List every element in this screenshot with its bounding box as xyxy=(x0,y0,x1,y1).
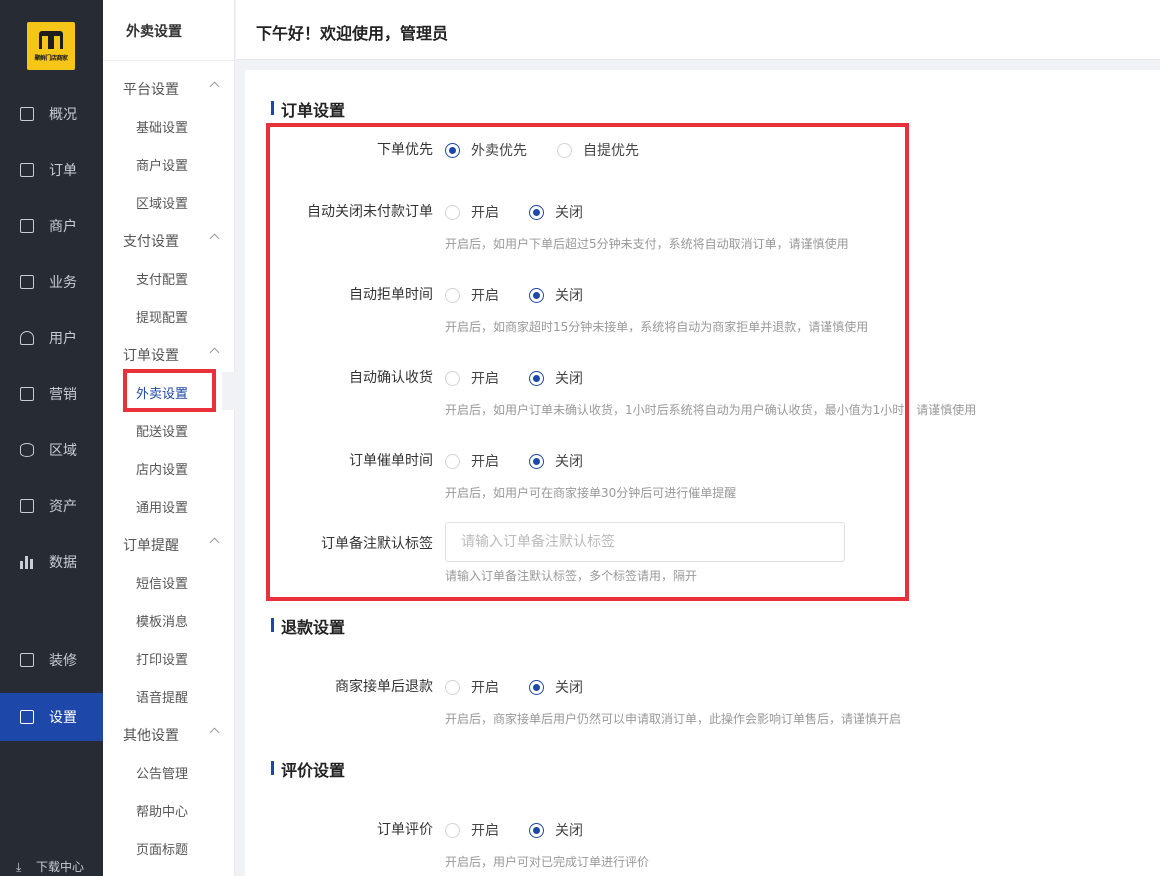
chevron-up-icon xyxy=(209,727,220,738)
nav-item-marketing[interactable]: 营销 xyxy=(0,370,103,418)
radio-label: 开启 xyxy=(471,680,499,696)
radio-circle xyxy=(529,679,544,695)
settings-submenu: 外卖设置 平台设置 基础设置 商户设置 区域设置 支付设置 支付配置 提现配置 … xyxy=(103,0,235,876)
submenu-group-order[interactable]: 订单设置 xyxy=(123,345,220,365)
brand-logo[interactable]: 聚鲜门店商家 xyxy=(27,22,75,70)
submenu-item-basic[interactable]: 基础设置 xyxy=(136,117,188,136)
download-label: 下载中心 xyxy=(36,860,85,874)
radio-review-on[interactable]: 开启 xyxy=(445,820,499,840)
section-title-review: 评价设置 xyxy=(271,757,345,781)
submenu-item-withdraw-config[interactable]: 提现配置 xyxy=(136,307,188,326)
radio-circle xyxy=(445,822,460,838)
submenu-item-print[interactable]: 打印设置 xyxy=(136,649,188,668)
chevron-up-icon xyxy=(209,233,220,244)
submenu-item-delivery[interactable]: 配送设置 xyxy=(136,421,188,440)
nav-label: 营销 xyxy=(49,387,77,403)
logo-text: 聚鲜门店商家 xyxy=(34,55,68,62)
radio-label: 关闭 xyxy=(555,680,583,696)
highlight-box-order-settings xyxy=(266,123,909,601)
nav-label: 设置 xyxy=(49,710,77,726)
divider xyxy=(103,60,234,61)
nav-item-business[interactable]: 业务 xyxy=(0,258,103,306)
submenu-group-other[interactable]: 其他设置 xyxy=(123,725,220,745)
briefcase-icon xyxy=(20,275,34,289)
radio-label: 关闭 xyxy=(555,823,583,839)
document-icon xyxy=(20,163,34,177)
submenu-item-dine-in[interactable]: 店内设置 xyxy=(136,459,188,478)
top-header: 下午好！欢迎使用，管理员 xyxy=(236,0,1160,60)
refund-after-accept-label: 商家接单后退款 xyxy=(335,679,433,695)
group-label: 订单提醒 xyxy=(123,538,179,554)
nav-item-merchants[interactable]: 商户 xyxy=(0,202,103,250)
submenu-item-sms[interactable]: 短信设置 xyxy=(136,573,188,592)
wallet-icon xyxy=(20,499,34,513)
nav-label: 订单 xyxy=(49,163,77,179)
nav-item-settings[interactable]: 设置 xyxy=(0,693,103,741)
main-sidebar: 聚鲜门店商家 概况 订单 商户 业务 用户 营销 区域 资产 数据 装修 设置 … xyxy=(0,0,103,876)
highlight-box-submenu xyxy=(123,369,216,412)
user-icon xyxy=(20,331,34,345)
chevron-up-icon xyxy=(209,81,220,92)
nav-item-users[interactable]: 用户 xyxy=(0,314,103,362)
section-title-refund: 退款设置 xyxy=(271,614,345,638)
section-title-order: 订单设置 xyxy=(271,97,345,121)
group-label: 订单设置 xyxy=(123,348,179,364)
greeting-text: 下午好！欢迎使用，管理员 xyxy=(256,24,449,43)
review-hint: 开启后，用户可对已完成订单进行评价 xyxy=(445,855,650,869)
group-label: 平台设置 xyxy=(123,82,179,98)
nav-item-overview[interactable]: 概况 xyxy=(0,90,103,138)
radio-label: 开启 xyxy=(471,823,499,839)
submenu-item-help[interactable]: 帮助中心 xyxy=(136,801,188,820)
submenu-item-voice[interactable]: 语音提醒 xyxy=(136,687,188,706)
nav-item-assets[interactable]: 资产 xyxy=(0,482,103,530)
active-item-indicator xyxy=(222,372,236,410)
nav-label: 区域 xyxy=(49,443,77,459)
radio-review-off[interactable]: 关闭 xyxy=(529,820,583,840)
submenu-group-reminder[interactable]: 订单提醒 xyxy=(123,535,220,555)
paint-icon xyxy=(20,653,34,667)
nav-item-regions[interactable]: 区域 xyxy=(0,426,103,474)
nav-label: 数据 xyxy=(49,555,77,571)
gift-icon xyxy=(20,387,34,401)
building-icon xyxy=(20,219,34,233)
nav-label: 商户 xyxy=(49,219,77,235)
group-label: 其他设置 xyxy=(123,728,179,744)
submenu-group-payment[interactable]: 支付设置 xyxy=(123,231,220,251)
download-icon: ⤓ xyxy=(16,860,22,874)
submenu-item-page-title[interactable]: 页面标题 xyxy=(136,839,188,858)
nav-item-decoration[interactable]: 装修 xyxy=(0,636,103,684)
submenu-item-region[interactable]: 区域设置 xyxy=(136,193,188,212)
chevron-up-icon xyxy=(209,347,220,358)
submenu-item-general[interactable]: 通用设置 xyxy=(136,497,188,516)
radio-circle xyxy=(445,679,460,695)
submenu-title: 外卖设置 xyxy=(126,24,182,40)
nav-label: 业务 xyxy=(49,275,77,291)
submenu-item-notice[interactable]: 公告管理 xyxy=(136,763,188,782)
nav-label: 概况 xyxy=(49,107,77,123)
submenu-item-payment-config[interactable]: 支付配置 xyxy=(136,269,188,288)
settings-icon xyxy=(20,710,34,724)
nav-label: 装修 xyxy=(49,653,77,669)
nav-item-orders[interactable]: 订单 xyxy=(0,146,103,194)
nav-label: 用户 xyxy=(49,331,77,347)
submenu-group-platform[interactable]: 平台设置 xyxy=(123,79,220,99)
group-label: 支付设置 xyxy=(123,234,179,250)
shop-icon xyxy=(39,31,63,49)
download-center-link[interactable]: ⤓ 下载中心 xyxy=(16,858,84,875)
refund-hint: 开启后，商家接单后用户仍然可以申请取消订单，此操作会影响订单售后，请谨慎开启 xyxy=(445,712,902,726)
nav-label: 资产 xyxy=(49,499,77,515)
monitor-icon xyxy=(20,107,34,121)
order-review-label: 订单评价 xyxy=(377,822,433,838)
bar-chart-icon xyxy=(20,555,34,569)
chevron-up-icon xyxy=(209,537,220,548)
radio-refund-on[interactable]: 开启 xyxy=(445,677,499,697)
nav-item-data[interactable]: 数据 xyxy=(0,538,103,586)
submenu-item-template[interactable]: 模板消息 xyxy=(136,611,188,630)
database-icon xyxy=(20,443,34,457)
submenu-item-merchant[interactable]: 商户设置 xyxy=(136,155,188,174)
radio-refund-off[interactable]: 关闭 xyxy=(529,677,583,697)
radio-circle xyxy=(529,822,544,838)
